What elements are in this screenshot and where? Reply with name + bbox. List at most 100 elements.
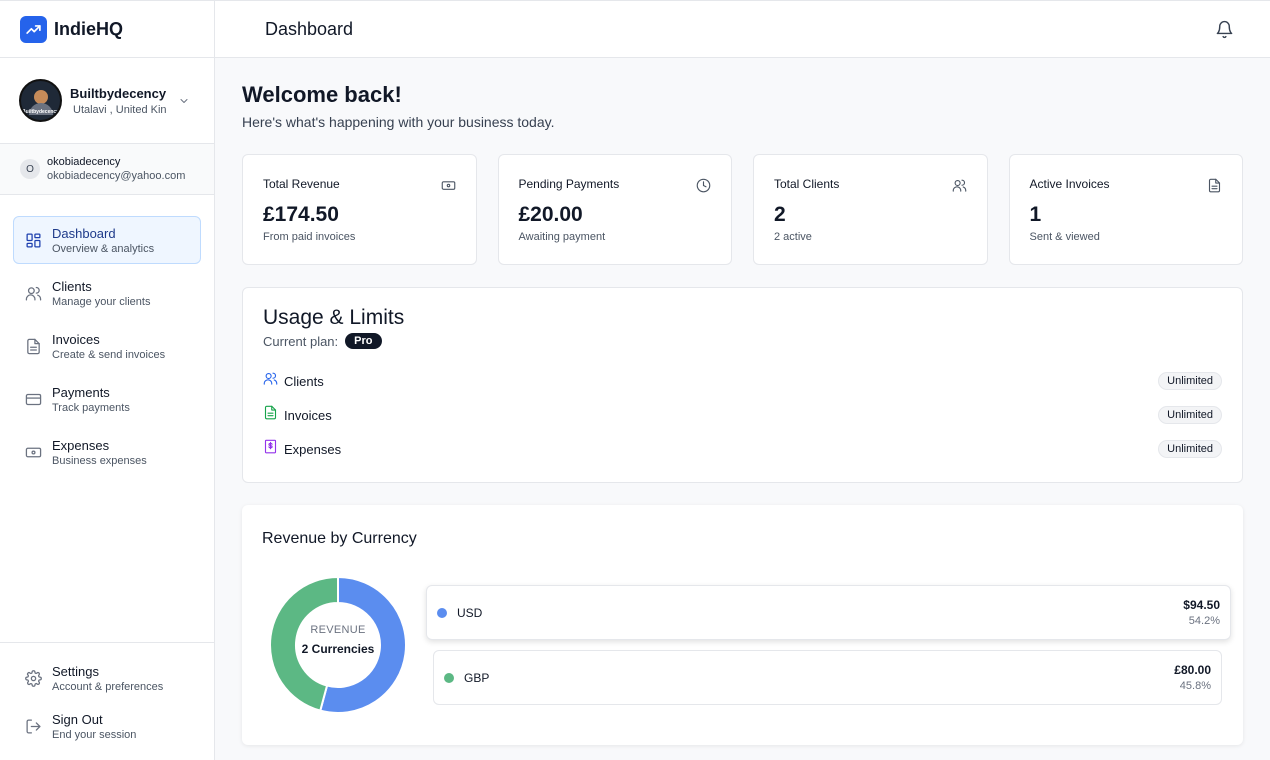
profile-name: Builtbydecency <box>70 85 167 101</box>
stats-row: Total Revenue £174.50 From paid invoices… <box>242 154 1243 265</box>
currency-code: USD <box>457 605 483 620</box>
usage-item-expenses: Expenses Unlimited <box>263 432 1222 466</box>
sidebar-item-label: Settings <box>52 663 99 679</box>
limit-badge: Unlimited <box>1158 406 1222 424</box>
usage-title: Usage & Limits <box>263 306 405 329</box>
stat-title: Pending Payments <box>518 177 620 191</box>
revenue-by-currency-card: Revenue by Currency REVENUE 2 Currencies… <box>242 505 1243 745</box>
plan-badge: Pro <box>345 333 382 349</box>
sidebar-item-clients[interactable]: Clients Manage your clients <box>13 269 201 317</box>
legend-dot <box>444 672 454 683</box>
currency-row-gbp[interactable]: GBP £80.00 45.8% <box>433 650 1222 705</box>
stat-sub: Sent & viewed <box>1029 231 1100 243</box>
brand-name: IndieHQ <box>54 18 124 39</box>
account-info: O okobiadecency okobiadecency@yahoo.com <box>0 144 214 195</box>
sidebar-item-sub: Business expenses <box>52 454 147 467</box>
stat-title: Total Revenue <box>263 177 340 191</box>
sidebar-item-invoices[interactable]: Invoices Create & send invoices <box>13 322 201 370</box>
trending-up-icon <box>20 15 47 43</box>
document-icon <box>1207 178 1222 198</box>
users-icon <box>24 284 42 302</box>
profile-location: Utalavi , United Kin <box>73 103 167 116</box>
clock-icon <box>696 178 711 198</box>
avatar: Builtbydecency <box>19 79 62 122</box>
sidebar: IndieHQ Builtbydecency Builtbydecency Ut… <box>0 0 215 760</box>
sidebar-item-sign-out[interactable]: Sign Out End your session <box>13 704 201 748</box>
usage-limits-card: Usage & Limits Current plan: Pro Clients… <box>242 287 1243 483</box>
legend-dot <box>437 607 447 618</box>
sidebar-item-sub: Create & send invoices <box>52 348 166 361</box>
sidebar-item-label: Sign Out <box>52 711 103 727</box>
main-content: Welcome back! Here's what's happening wi… <box>242 58 1243 745</box>
usage-item-clients: Clients Unlimited <box>263 364 1222 398</box>
sidebar-item-dashboard[interactable]: Dashboard Overview & analytics <box>13 216 201 264</box>
sidebar-item-label: Invoices <box>52 331 100 347</box>
dashboard-icon <box>24 231 42 249</box>
gear-icon <box>24 669 42 687</box>
sidebar-item-sub: Overview & analytics <box>52 242 155 255</box>
usage-item-label: Expenses <box>284 441 342 457</box>
bell-icon[interactable] <box>1215 20 1234 44</box>
business-profile-switcher[interactable]: Builtbydecency Builtbydecency Utalavi , … <box>0 58 214 144</box>
revenue-title: Revenue by Currency <box>262 530 417 547</box>
limit-badge: Unlimited <box>1158 440 1222 458</box>
stat-card-active-invoices: Active Invoices 1 Sent & viewed <box>1008 154 1243 265</box>
sidebar-nav: Dashboard Overview & analytics Clients M… <box>0 195 214 476</box>
banknote-icon <box>441 178 456 198</box>
stat-sub: Awaiting payment <box>518 231 606 243</box>
sidebar-item-label: Payments <box>52 384 110 400</box>
stat-card-total-clients: Total Clients 2 2 active <box>753 154 988 265</box>
users-icon <box>263 371 278 391</box>
sidebar-item-expenses[interactable]: Expenses Business expenses <box>13 428 201 476</box>
currency-percent: 54.2% <box>1188 615 1220 627</box>
donut-caption: REVENUE <box>310 624 366 636</box>
sidebar-item-label: Expenses <box>52 437 110 453</box>
sidebar-item-label: Clients <box>52 278 92 294</box>
usage-list: Clients Unlimited Invoices Unlimited Exp… <box>263 364 1222 466</box>
usage-item-label: Invoices <box>284 407 332 423</box>
sidebar-item-label: Dashboard <box>52 225 116 241</box>
chevron-down-icon[interactable] <box>178 94 190 112</box>
avatar-text: Builtbydecency <box>22 109 59 115</box>
currency-row-usd[interactable]: USD $94.50 54.2% <box>426 585 1231 640</box>
currency-percent: 45.8% <box>1179 680 1211 692</box>
account-initial: O <box>20 159 40 179</box>
stat-sub: 2 active <box>774 231 812 243</box>
sidebar-item-sub: Track payments <box>52 401 130 414</box>
welcome-title: Welcome back! <box>242 82 402 107</box>
currency-amount: £80.00 <box>1174 663 1211 677</box>
account-name: okobiadecency <box>47 156 121 168</box>
sidebar-item-payments[interactable]: Payments Track payments <box>13 375 201 423</box>
stat-title: Total Clients <box>774 177 840 191</box>
limit-badge: Unlimited <box>1158 372 1222 390</box>
logout-icon <box>24 717 42 735</box>
document-icon <box>263 405 278 425</box>
currency-amount: $94.50 <box>1183 598 1220 612</box>
account-email: okobiadecency@yahoo.com <box>47 170 186 182</box>
stat-card-pending-payments: Pending Payments £20.00 Awaiting payment <box>497 154 732 265</box>
receipt-icon <box>263 439 278 459</box>
welcome-subtitle: Here's what's happening with your busine… <box>242 114 555 130</box>
credit-card-icon <box>24 390 42 408</box>
users-icon <box>952 178 967 198</box>
stat-sub: From paid invoices <box>263 231 356 243</box>
brand[interactable]: IndieHQ <box>0 1 214 58</box>
sidebar-item-sub: Manage your clients <box>52 295 151 308</box>
sidebar-item-sub: End your session <box>52 728 137 741</box>
banknote-icon <box>24 443 42 461</box>
usage-item-invoices: Invoices Unlimited <box>263 398 1222 432</box>
document-icon <box>24 337 42 355</box>
sidebar-item-sub: Account & preferences <box>52 680 164 693</box>
stat-value: 2 <box>774 203 786 226</box>
page-title: Dashboard <box>265 18 354 39</box>
usage-item-label: Clients <box>284 373 324 389</box>
plan-label: Current plan: <box>263 333 339 349</box>
currency-list: USD $94.50 54.2% GBP £80.00 45.8% <box>426 585 1231 705</box>
stat-card-total-revenue: Total Revenue £174.50 From paid invoices <box>242 154 477 265</box>
sidebar-footer: Settings Account & preferences Sign Out … <box>0 642 214 760</box>
stat-value: £174.50 <box>263 203 339 226</box>
revenue-donut-chart: REVENUE 2 Currencies <box>268 572 408 718</box>
currency-code: GBP <box>464 670 490 685</box>
top-header: Dashboard <box>215 0 1270 58</box>
sidebar-item-settings[interactable]: Settings Account & preferences <box>13 656 201 700</box>
